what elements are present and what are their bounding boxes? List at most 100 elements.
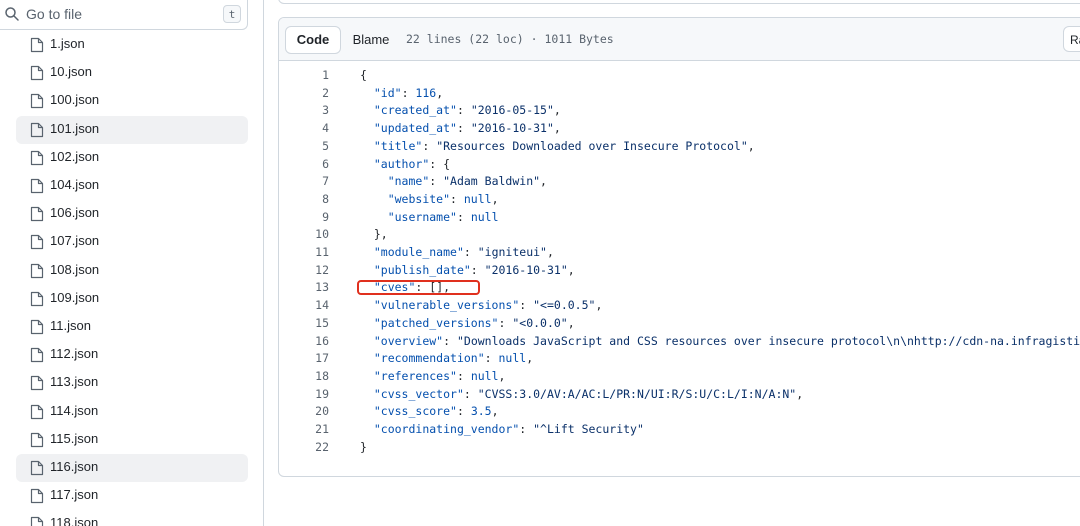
- json-key: "title": [373, 138, 423, 153]
- code-line: 1{: [279, 68, 1080, 86]
- line-number[interactable]: 19: [279, 387, 329, 401]
- file-tree-sidebar: Go to file t 1.json 10.json 100.json 101.js…: [0, 0, 264, 526]
- line-number[interactable]: 13: [279, 280, 329, 294]
- file-item[interactable]: 107.json: [16, 228, 248, 256]
- separator: :: [456, 404, 471, 419]
- file-item[interactable]: 112.json: [16, 341, 248, 369]
- line-number[interactable]: 22: [279, 440, 329, 454]
- line-number[interactable]: 5: [279, 139, 329, 153]
- punctuation: ,: [567, 315, 575, 330]
- punctuation: ,: [553, 103, 561, 118]
- line-content: "references": null,: [360, 368, 506, 383]
- file-name: 109.json: [50, 289, 100, 305]
- punctuation: }: [360, 439, 367, 454]
- line-number[interactable]: 3: [279, 103, 329, 117]
- file-item[interactable]: 118.json: [16, 510, 248, 526]
- file-item[interactable]: 114.json: [16, 398, 248, 426]
- file-icon: [30, 489, 44, 504]
- punctuation: ,: [491, 404, 499, 419]
- line-number[interactable]: 21: [279, 422, 329, 436]
- file-item[interactable]: 113.json: [16, 369, 248, 397]
- file-name: 107.json: [50, 233, 100, 249]
- file-icon: [30, 94, 44, 109]
- line-number[interactable]: 1: [279, 68, 329, 82]
- file-name: 10.json: [50, 64, 92, 80]
- json-key: "references": [373, 368, 457, 383]
- line-content: {: [360, 68, 367, 82]
- line-number[interactable]: 20: [279, 404, 329, 418]
- line-number[interactable]: 6: [279, 157, 329, 171]
- code-line: 15 "patched_versions": "<0.0.0",: [279, 316, 1080, 334]
- json-value: "2016-10-31": [484, 262, 568, 277]
- search-icon: [5, 7, 19, 21]
- file-item[interactable]: 11.json: [16, 313, 248, 341]
- file-item[interactable]: 10.json: [16, 59, 248, 87]
- file-item[interactable]: 1.json: [16, 31, 248, 59]
- line-number[interactable]: 17: [279, 351, 329, 365]
- file-name: 118.json: [50, 515, 99, 526]
- go-to-file-search[interactable]: Go to file t: [0, 0, 248, 30]
- file-item[interactable]: 117.json: [16, 482, 248, 510]
- json-value: "CVSS:3.0/AV:A/AC:L/PR:N/UI:R/S:U/C:L/I:…: [477, 386, 797, 401]
- code-line: 6 "author": {: [279, 157, 1080, 175]
- line-content: "recommendation": null,: [360, 351, 533, 365]
- line-number[interactable]: 15: [279, 316, 329, 330]
- json-key: "id": [373, 85, 402, 100]
- line-content: "coordinating_vendor": "^Lift Security": [360, 422, 644, 436]
- file-name: 100.json: [50, 92, 100, 108]
- separator: :: [401, 85, 416, 100]
- file-item[interactable]: 102.json: [16, 144, 248, 172]
- top-panel-edge: [278, 0, 1080, 4]
- line-content: "id": 116,: [360, 86, 443, 100]
- code-line: 17 "recommendation": null,: [279, 351, 1080, 369]
- line-number[interactable]: 7: [279, 174, 329, 188]
- file-item[interactable]: 115.json: [16, 426, 248, 454]
- json-value: null: [470, 368, 499, 383]
- file-icon: [30, 376, 44, 391]
- line-number[interactable]: 11: [279, 245, 329, 259]
- separator: :: [429, 174, 444, 189]
- punctuation: ,: [491, 191, 499, 206]
- punctuation: ,: [498, 368, 506, 383]
- line-number[interactable]: 12: [279, 263, 329, 277]
- file-icon: [30, 122, 44, 137]
- file-item[interactable]: 106.json: [16, 200, 248, 228]
- shortcut-key: t: [223, 5, 241, 23]
- file-item[interactable]: 116.json: [16, 454, 248, 482]
- line-number[interactable]: 9: [279, 210, 329, 224]
- line-number[interactable]: 2: [279, 86, 329, 100]
- raw-button[interactable]: Raw: [1063, 26, 1080, 52]
- line-number[interactable]: 4: [279, 121, 329, 135]
- json-key: "coordinating_vendor": [373, 422, 520, 436]
- json-value: 3.5: [470, 404, 492, 419]
- line-number[interactable]: 16: [279, 334, 329, 348]
- file-item[interactable]: 109.json: [16, 285, 248, 313]
- line-number[interactable]: 10: [279, 227, 329, 241]
- tab-code[interactable]: Code: [285, 26, 341, 54]
- file-item[interactable]: 104.json: [16, 172, 248, 200]
- line-number[interactable]: 14: [279, 298, 329, 312]
- json-key: "vulnerable_versions": [373, 298, 520, 313]
- annotation-highlight-box: [357, 280, 480, 295]
- separator: :: [456, 103, 471, 118]
- separator: :: [456, 121, 471, 136]
- tab-blame[interactable]: Blame: [347, 26, 395, 54]
- file-name: 117.json: [50, 487, 99, 503]
- line-content: "vulnerable_versions": "<=0.0.5",: [360, 298, 603, 313]
- file-item[interactable]: 108.json: [16, 257, 248, 285]
- code-line: 22}: [279, 440, 1080, 458]
- file-icon: [30, 263, 44, 278]
- line-number[interactable]: 18: [279, 369, 329, 383]
- file-item[interactable]: 100.json: [16, 87, 248, 115]
- separator: :: [450, 191, 464, 206]
- line-number[interactable]: 8: [279, 192, 329, 206]
- file-item[interactable]: 101.json: [16, 115, 248, 144]
- file-icon: [30, 517, 44, 526]
- json-value: "Resources Downloaded over Insecure Prot…: [436, 138, 748, 153]
